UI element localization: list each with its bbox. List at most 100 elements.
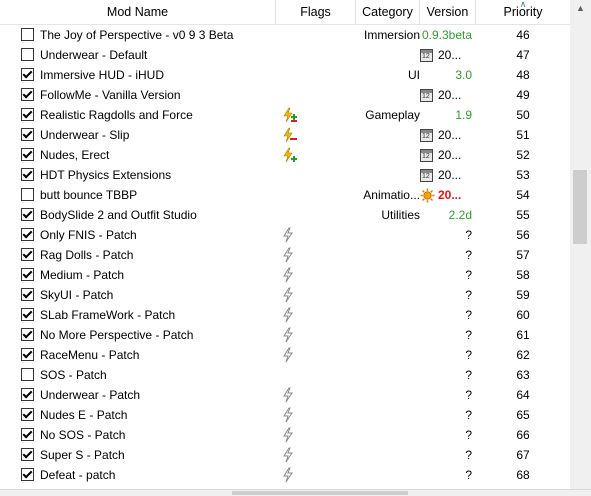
- priority-cell: 66: [516, 428, 530, 442]
- flags-cell: [278, 465, 354, 485]
- flags-cell: [278, 365, 354, 385]
- mod-row[interactable]: SLab FrameWork - Patch? 60: [0, 305, 570, 325]
- priority-cell: 59: [516, 288, 530, 302]
- priority-cell: 48: [516, 68, 530, 82]
- mod-name: FollowMe - Vanilla Version: [40, 88, 181, 102]
- header-priority[interactable]: ∧ Priority: [476, 0, 570, 24]
- mod-row[interactable]: Medium - Patch? 58: [0, 265, 570, 285]
- header-category[interactable]: Category: [356, 0, 420, 24]
- enable-checkbox[interactable]: [21, 268, 34, 281]
- flags-cell: [278, 245, 354, 265]
- priority-cell: 57: [516, 248, 530, 262]
- header-mod-name[interactable]: Mod Name: [0, 0, 276, 24]
- enable-checkbox[interactable]: [21, 28, 34, 41]
- enable-checkbox[interactable]: [21, 148, 34, 161]
- mod-name: Defeat - patch: [40, 468, 116, 482]
- mod-name: Only FNIS - Patch: [40, 228, 137, 242]
- enable-checkbox[interactable]: [21, 188, 34, 201]
- enable-checkbox[interactable]: [21, 168, 34, 181]
- enable-checkbox[interactable]: [21, 348, 34, 361]
- mod-row[interactable]: No SOS - Patch? 66: [0, 425, 570, 445]
- mod-row[interactable]: Nudes, Erect 12 20... 52: [0, 145, 570, 165]
- category-cell: [356, 445, 420, 465]
- mod-row[interactable]: RaceMenu - Patch? 62: [0, 345, 570, 365]
- mod-row[interactable]: Immersive HUD - iHUD UI 3.0 48: [0, 65, 570, 85]
- flags-cell: [278, 65, 354, 85]
- mod-row[interactable]: Only FNIS - Patch? 56: [0, 225, 570, 245]
- mod-row[interactable]: HDT Physics Extensions 12 20... 53: [0, 165, 570, 185]
- flags-cell: [278, 385, 354, 405]
- priority-cell: 53: [516, 168, 530, 182]
- version-text: 20...: [438, 148, 462, 162]
- mod-row[interactable]: No More Perspective - Patch? 61: [0, 325, 570, 345]
- mod-row[interactable]: butt bounce TBBP Animatio... 20... 54: [0, 185, 570, 205]
- enable-checkbox[interactable]: [21, 308, 34, 321]
- flags-cell: [278, 105, 354, 125]
- mod-row[interactable]: The Joy of Perspective - v0 9 3 Beta Imme…: [0, 25, 570, 45]
- mod-row[interactable]: Underwear - Patch? 64: [0, 385, 570, 405]
- mod-row[interactable]: Rag Dolls - Patch? 57: [0, 245, 570, 265]
- header-flags[interactable]: Flags: [276, 0, 356, 24]
- scroll-thumb[interactable]: [573, 170, 587, 244]
- flags-cell: [278, 125, 354, 145]
- header-version[interactable]: Version: [420, 0, 476, 24]
- category-cell: [356, 285, 420, 305]
- enable-checkbox[interactable]: [21, 68, 34, 81]
- enable-checkbox[interactable]: [21, 48, 34, 61]
- update-available-icon: [420, 188, 438, 203]
- horizontal-scroll-thumb[interactable]: [232, 491, 408, 495]
- category-cell: Animatio...: [363, 188, 420, 202]
- flags-cell: [278, 405, 354, 425]
- category-cell: [356, 425, 420, 445]
- scroll-up-arrow-icon[interactable]: ▲: [570, 0, 591, 17]
- flags-cell: [278, 345, 354, 365]
- enable-checkbox[interactable]: [21, 248, 34, 261]
- mod-row[interactable]: SkyUI - Patch? 59: [0, 285, 570, 305]
- priority-cell: 68: [516, 468, 530, 482]
- enable-checkbox[interactable]: [21, 468, 34, 481]
- enable-checkbox[interactable]: [21, 208, 34, 221]
- mod-row[interactable]: Nudes E - Patch? 65: [0, 405, 570, 425]
- mod-row[interactable]: BodySlide 2 and Outfit Studio Utilities 2.…: [0, 205, 570, 225]
- enable-checkbox[interactable]: [21, 88, 34, 101]
- priority-cell: 54: [516, 188, 530, 202]
- flags-cell: [278, 225, 354, 245]
- mod-row[interactable]: FollowMe - Vanilla Version 12 20... 49: [0, 85, 570, 105]
- flags-cell: [278, 425, 354, 445]
- version-cell: 12 20...: [420, 125, 475, 145]
- category-cell: Immersion: [363, 28, 420, 42]
- enable-checkbox[interactable]: [21, 108, 34, 121]
- enable-checkbox[interactable]: [21, 128, 34, 141]
- category-cell: [356, 325, 420, 345]
- enable-checkbox[interactable]: [21, 388, 34, 401]
- category-cell: [356, 405, 420, 425]
- vertical-scrollbar[interactable]: ▲: [570, 0, 591, 495]
- mod-row[interactable]: Realistic Ragdolls and Force Gameplay 1.9 5…: [0, 105, 570, 125]
- priority-cell: 56: [516, 228, 530, 242]
- mod-row[interactable]: Underwear - Default 12 20... 47: [0, 45, 570, 65]
- priority-cell: 61: [516, 328, 530, 342]
- mod-name: Realistic Ragdolls and Force: [40, 108, 193, 122]
- enable-checkbox[interactable]: [21, 288, 34, 301]
- redundant-lightning-icon: [282, 247, 294, 265]
- version-cell: ?: [465, 308, 472, 322]
- category-cell: [356, 365, 420, 385]
- mod-name: Rag Dolls - Patch: [40, 248, 134, 262]
- enable-checkbox[interactable]: [21, 448, 34, 461]
- category-cell: [356, 345, 420, 365]
- version-cell: ?: [465, 268, 472, 282]
- mod-row[interactable]: Underwear - Slip 12 20... 51: [0, 125, 570, 145]
- enable-checkbox[interactable]: [21, 368, 34, 381]
- redundant-lightning-icon: [282, 427, 294, 445]
- version-cell: ?: [465, 288, 472, 302]
- mod-row[interactable]: SOS - Patch? 63: [0, 365, 570, 385]
- enable-checkbox[interactable]: [21, 408, 34, 421]
- version-cell: ?: [465, 448, 472, 462]
- enable-checkbox[interactable]: [21, 428, 34, 441]
- mod-name: No More Perspective - Patch: [40, 328, 194, 342]
- mod-row[interactable]: Defeat - patch? 68: [0, 465, 570, 485]
- enable-checkbox[interactable]: [21, 328, 34, 341]
- mod-row[interactable]: Super S - Patch? 67: [0, 445, 570, 465]
- flags-cell: [278, 285, 354, 305]
- enable-checkbox[interactable]: [21, 228, 34, 241]
